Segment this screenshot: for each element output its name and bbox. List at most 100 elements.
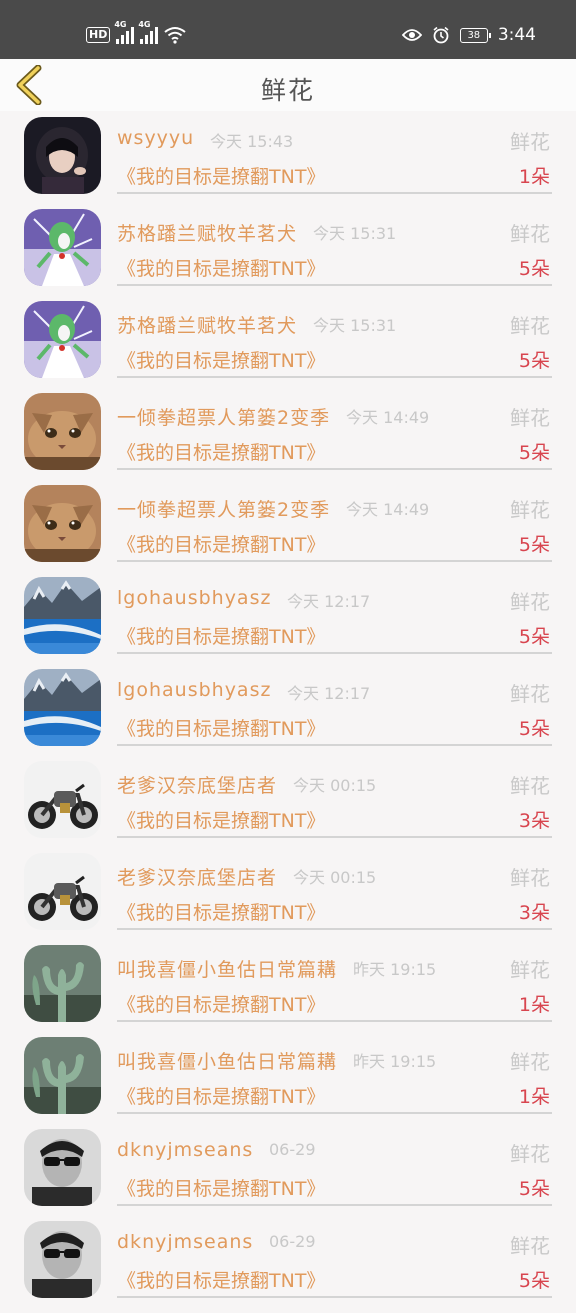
book-title[interactable]: 《我的目标是撩翻TNT》 — [117, 346, 325, 373]
book-title[interactable]: 《我的目标是撩翻TNT》 — [117, 254, 325, 281]
alarm-icon — [433, 26, 449, 44]
timestamp: 昨天 19:15 — [353, 1052, 437, 1071]
gift-type: 鲜花 — [510, 222, 550, 246]
gift-type: 鲜花 — [510, 774, 550, 798]
list-item[interactable]: 苏格蹯兰赋牧羊茗犬 今天 15:31 鲜花 《我的目标是撩翻TNT》 5朵 — [0, 209, 576, 301]
sender-name[interactable]: 一倾拳超票人第篓2变季 — [117, 495, 330, 522]
gift-type: 鲜花 — [510, 682, 550, 706]
divider — [117, 744, 552, 746]
flower-count: 5朵 — [518, 1178, 550, 1200]
avatar[interactable] — [24, 485, 101, 562]
flower-list: wsyyyu 今天 15:43 鲜花 《我的目标是撩翻TNT》 1朵 苏格蹯兰赋牧羊茗犬今… — [0, 117, 576, 1313]
timestamp: 06-29 — [269, 1232, 316, 1251]
avatar[interactable] — [24, 761, 101, 838]
book-title[interactable]: 《我的目标是撩翻TNT》 — [117, 806, 325, 833]
network-type-label: 4G — [114, 20, 127, 29]
timestamp: 今天 15:31 — [313, 316, 397, 335]
timestamp: 06-29 — [269, 1140, 316, 1159]
gift-type: 鲜花 — [510, 498, 550, 522]
avatar[interactable] — [24, 945, 101, 1022]
book-title[interactable]: 《我的目标是撩翻TNT》 — [117, 1174, 325, 1201]
network-type-label: 4G — [138, 20, 151, 29]
avatar[interactable] — [24, 301, 101, 378]
flower-count: 3朵 — [518, 810, 550, 832]
avatar[interactable] — [24, 577, 101, 654]
list-item[interactable]: 一倾拳超票人第篓2变季 今天 14:49 鲜花《我的目标是撩翻TNT》 5朵 — [0, 485, 576, 577]
divider — [117, 468, 552, 470]
list-item[interactable]: dknyjmseans 06-29 鲜花 《我的目标是撩翻TNT》 5朵 — [0, 1221, 576, 1313]
status-left: HD 4G 4G — [86, 20, 186, 46]
sender-name[interactable]: 老爹汉奈底堡店者 — [117, 863, 277, 890]
avatar[interactable] — [24, 1037, 101, 1114]
sender-name[interactable]: 苏格蹯兰赋牧羊茗犬 — [117, 219, 297, 246]
timestamp: 今天 00:15 — [293, 868, 377, 887]
flower-count: 5朵 — [518, 350, 550, 372]
timestamp: 今天 00:15 — [293, 776, 377, 795]
flower-count: 1朵 — [518, 994, 550, 1016]
eye-icon — [401, 29, 422, 41]
list-item[interactable]: 老爹汉奈底堡店者 今天 00:15 鲜花《我的目标是撩翻TNT》 3朵 — [0, 761, 576, 853]
flower-count: 3朵 — [518, 902, 550, 924]
list-item[interactable]: 一倾拳超票人第篓2变季 今天 14:49 鲜花 《我的目标是撩翻TNT》 5朵 — [0, 393, 576, 485]
book-title[interactable]: 《我的目标是撩翻TNT》 — [117, 622, 325, 649]
avatar[interactable] — [24, 853, 101, 930]
sender-name[interactable]: 一倾拳超票人第篓2变季 — [117, 403, 330, 430]
divider — [117, 1020, 552, 1022]
book-title[interactable]: 《我的目标是撩翻TNT》 — [117, 990, 325, 1017]
sender-name[interactable]: 老爹汉奈底堡店者 — [117, 771, 277, 798]
gift-type: 鲜花 — [510, 314, 550, 338]
timestamp: 今天 14:49 — [346, 500, 430, 519]
sender-name[interactable]: 叫我喜僵小鱼估日常篇耩 — [117, 955, 337, 982]
list-item[interactable]: lgohausbhyasz 今天 12:17 鲜花 《我的目标是撩翻TNT》 5朵 — [0, 577, 576, 669]
avatar[interactable] — [24, 393, 101, 470]
signal-icon: 4G — [138, 20, 159, 44]
gift-type: 鲜花 — [510, 130, 550, 154]
divider — [117, 652, 552, 654]
timestamp: 今天 12:17 — [287, 592, 371, 611]
list-item[interactable]: 苏格蹯兰赋牧羊茗犬 今天 15:31 鲜花《我的目标是撩翻TNT》 5朵 — [0, 301, 576, 393]
divider — [117, 1112, 552, 1114]
book-title[interactable]: 《我的目标是撩翻TNT》 — [117, 530, 325, 557]
sender-name[interactable]: lgohausbhyasz — [117, 679, 271, 701]
book-title[interactable]: 《我的目标是撩翻TNT》 — [117, 162, 325, 189]
sender-name[interactable]: dknyjmseans — [117, 1231, 253, 1253]
gift-type: 鲜花 — [510, 1050, 550, 1074]
page-title: 鲜花 — [260, 76, 315, 105]
divider — [117, 928, 552, 930]
avatar[interactable] — [24, 1221, 101, 1298]
book-title[interactable]: 《我的目标是撩翻TNT》 — [117, 898, 325, 925]
top-bar: 鲜花 — [0, 59, 576, 111]
list-item[interactable]: 叫我喜僵小鱼估日常篇耩 昨天 19:15 鲜花 《我的目标是撩翻TNT》 1朵 — [0, 945, 576, 1037]
divider — [117, 284, 552, 286]
divider — [117, 836, 552, 838]
signal-icon: 4G — [114, 20, 135, 44]
avatar[interactable] — [24, 117, 101, 194]
sender-name[interactable]: 苏格蹯兰赋牧羊茗犬 — [117, 311, 297, 338]
list-item[interactable]: 老爹汉奈底堡店者 今天 00:15 鲜花 《我的目标是撩翻TNT》 3朵 — [0, 853, 576, 945]
gift-type: 鲜花 — [510, 1142, 550, 1166]
flower-count: 5朵 — [518, 534, 550, 556]
book-title[interactable]: 《我的目标是撩翻TNT》 — [117, 1082, 325, 1109]
sender-name[interactable]: dknyjmseans — [117, 1139, 253, 1161]
divider — [117, 192, 552, 194]
list-item[interactable]: dknyjmseans 06-29 鲜花《我的目标是撩翻TNT》 5朵 — [0, 1129, 576, 1221]
timestamp: 昨天 19:15 — [353, 960, 437, 979]
avatar[interactable] — [24, 669, 101, 746]
avatar[interactable] — [24, 1129, 101, 1206]
sender-name[interactable]: wsyyyu — [117, 127, 194, 149]
list-item[interactable]: wsyyyu 今天 15:43 鲜花 《我的目标是撩翻TNT》 1朵 — [0, 117, 576, 209]
book-title[interactable]: 《我的目标是撩翻TNT》 — [117, 438, 325, 465]
wifi-icon — [164, 27, 186, 44]
timestamp: 今天 12:17 — [287, 684, 371, 703]
avatar[interactable] — [24, 209, 101, 286]
book-title[interactable]: 《我的目标是撩翻TNT》 — [117, 714, 325, 741]
hd-icon: HD — [86, 27, 111, 43]
flower-count: 5朵 — [518, 626, 550, 648]
battery-icon: 38 — [459, 27, 491, 43]
list-item[interactable]: lgohausbhyasz 今天 12:17 鲜花《我的目标是撩翻TNT》 5朵 — [0, 669, 576, 761]
sender-name[interactable]: lgohausbhyasz — [117, 587, 271, 609]
flower-count: 5朵 — [518, 718, 550, 740]
flower-count: 1朵 — [518, 166, 550, 188]
sender-name[interactable]: 叫我喜僵小鱼估日常篇耩 — [117, 1047, 337, 1074]
list-item[interactable]: 叫我喜僵小鱼估日常篇耩 昨天 19:15 鲜花 《我的目标是撩翻TNT》 1朵 — [0, 1037, 576, 1129]
